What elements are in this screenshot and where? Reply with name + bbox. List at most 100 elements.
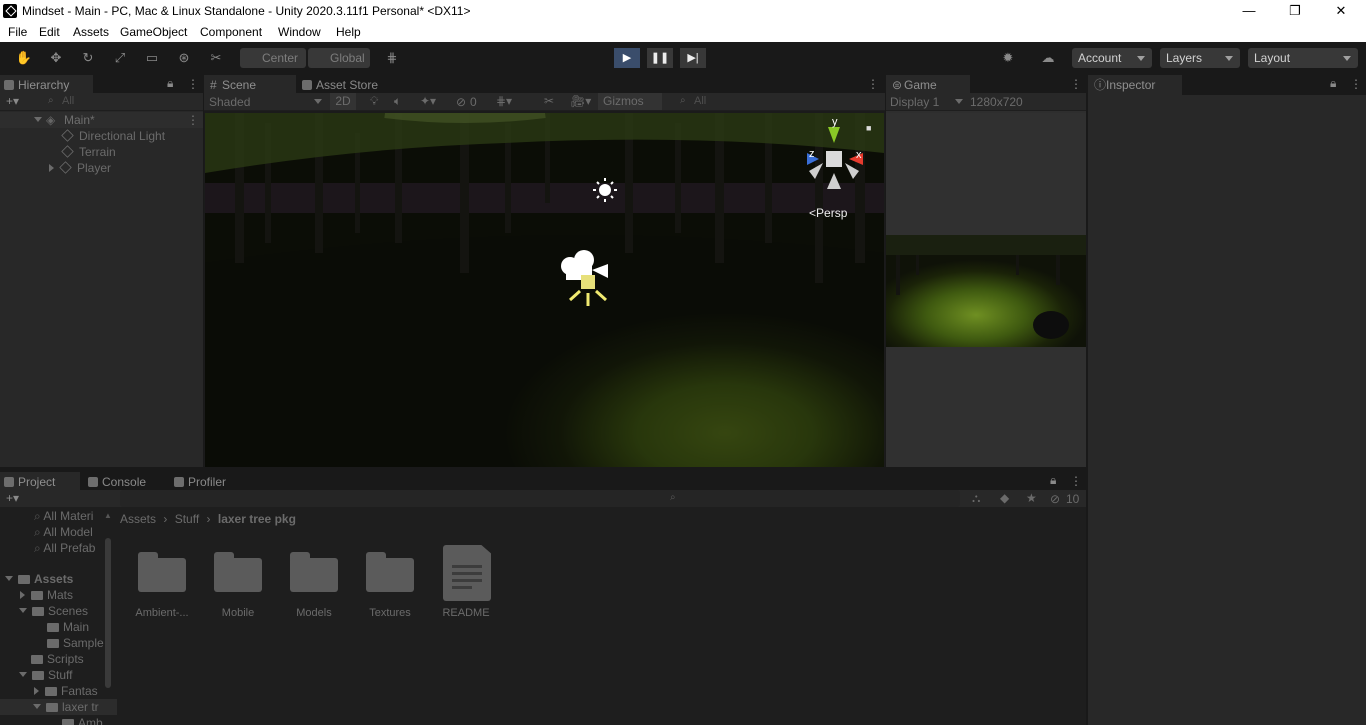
tab-console[interactable]: Console: [84, 472, 166, 492]
favorites-star-icon[interactable]: ★: [1026, 491, 1037, 505]
layout-dropdown[interactable]: Layout: [1248, 48, 1358, 68]
lock-icon[interactable]: 🔒︎: [1050, 473, 1056, 488]
menu-edit[interactable]: Edit: [39, 25, 60, 39]
breadcrumb-assets[interactable]: Assets: [120, 512, 156, 526]
lock-icon[interactable]: 🔒︎: [167, 76, 173, 91]
rotate-tool-icon[interactable]: ↻: [78, 48, 98, 68]
tree-scripts[interactable]: Scripts: [31, 651, 84, 667]
pause-button[interactable]: ❚❚: [647, 48, 673, 68]
close-button[interactable]: ✕: [1318, 0, 1364, 23]
snap-icon[interactable]: ⋕: [382, 48, 402, 68]
favorite-all-materials[interactable]: ⌕ All Materi: [34, 508, 93, 524]
scale-tool-icon[interactable]: ⤢: [110, 48, 130, 68]
favorite-all-models[interactable]: ⌕ All Model: [34, 524, 93, 540]
hierarchy-search-input[interactable]: All: [62, 95, 74, 107]
tree-fantasy[interactable]: Fantas: [34, 683, 98, 699]
cloud-icon[interactable]: ☁: [1038, 48, 1058, 68]
menu-component[interactable]: Component: [200, 25, 262, 39]
camera-icon[interactable]: 🎥︎▾: [570, 94, 591, 108]
hierarchy-item-player[interactable]: Player: [49, 160, 111, 176]
collapse-arrow-icon[interactable]: [5, 576, 13, 581]
tab-profiler[interactable]: Profiler: [170, 472, 250, 492]
scene-menu-icon[interactable]: ⋮: [187, 112, 199, 128]
menu-assets[interactable]: Assets: [73, 25, 109, 39]
tab-hierarchy[interactable]: Hierarchy: [0, 75, 93, 95]
collapse-arrow-icon[interactable]: [19, 608, 27, 613]
menu-window[interactable]: Window: [278, 25, 321, 39]
hidden-packages-icon[interactable]: ⊘: [1050, 492, 1060, 506]
lighting-toggle-icon[interactable]: 💡︎: [370, 94, 378, 109]
tab-scene[interactable]: # Scene: [204, 75, 296, 95]
tree-mats[interactable]: Mats: [20, 587, 73, 603]
menu-file[interactable]: File: [8, 25, 27, 39]
expand-arrow-icon[interactable]: [20, 591, 25, 599]
tree-ambient[interactable]: Amb: [62, 715, 103, 725]
gizmos-dropdown[interactable]: Gizmos: [598, 93, 662, 110]
tab-project[interactable]: Project: [0, 472, 80, 492]
menu-help[interactable]: Help: [336, 25, 361, 39]
breadcrumb-stuff[interactable]: Stuff: [175, 512, 199, 526]
resolution-dropdown[interactable]: 1280x720: [970, 95, 1023, 109]
breadcrumb-current[interactable]: laxer tree pkg: [218, 512, 296, 526]
hidden-objects-icon[interactable]: ⊘: [456, 95, 466, 109]
hierarchy-item-terrain[interactable]: Terrain: [61, 144, 116, 160]
scene-search-input[interactable]: All: [694, 95, 706, 107]
lock-icon[interactable]: 🔒︎: [1330, 76, 1336, 91]
filter-type-icon[interactable]: ⛬: [972, 491, 980, 506]
perspective-toggle[interactable]: <Persp: [809, 206, 847, 220]
tab-inspector[interactable]: ⓘ Inspector: [1088, 75, 1182, 95]
effects-icon[interactable]: ✦▾: [420, 94, 436, 108]
step-button[interactable]: ▶|: [680, 48, 706, 68]
inspector-more-icon[interactable]: ⋮: [1350, 77, 1362, 91]
tree-scrollbar[interactable]: ▲: [104, 511, 112, 691]
2d-toggle[interactable]: 2D: [330, 93, 356, 110]
game-more-icon[interactable]: ⋮: [1070, 77, 1082, 91]
display-dropdown[interactable]: Display 1: [890, 95, 939, 109]
audio-toggle-icon[interactable]: 🔈︎: [394, 94, 401, 109]
rect-tool-icon[interactable]: ▭: [142, 48, 162, 68]
grid-toggle-icon[interactable]: ⋕▾: [496, 94, 512, 108]
collapse-arrow-icon[interactable]: [33, 704, 41, 709]
tree-laxer-tree-pkg[interactable]: laxer tr: [0, 699, 117, 715]
custom-tool-icon[interactable]: ✂: [206, 48, 226, 68]
space-toggle[interactable]: Global: [308, 48, 370, 68]
scene-row[interactable]: ◈ Main* ⋮: [0, 112, 203, 128]
move-tool-icon[interactable]: ✥: [46, 48, 66, 68]
favorite-all-prefabs[interactable]: ⌕ All Prefab: [34, 540, 95, 556]
expand-arrow-icon[interactable]: [49, 164, 54, 172]
shading-dropdown[interactable]: Shaded: [209, 95, 250, 109]
filter-label-icon[interactable]: ◆: [1000, 491, 1009, 505]
gizmo-lock-icon[interactable]: ■: [866, 123, 871, 133]
tools-icon[interactable]: ✂: [544, 94, 554, 108]
hierarchy-item-directional-light[interactable]: Directional Light: [61, 128, 165, 144]
expand-arrow-icon[interactable]: [34, 687, 39, 695]
tree-sample[interactable]: Sample: [47, 635, 104, 651]
hand-tool-icon[interactable]: ✋: [14, 48, 34, 68]
minimize-button[interactable]: —: [1226, 0, 1272, 23]
transform-tool-icon[interactable]: ⊛: [174, 48, 194, 68]
scene-viewport[interactable]: y x z ■ <Persp: [205, 113, 884, 467]
tree-assets[interactable]: Assets: [5, 571, 73, 587]
add-object-button[interactable]: +▾: [6, 94, 19, 108]
tab-asset-store[interactable]: Asset Store: [298, 75, 388, 95]
menu-gameobject[interactable]: GameObject: [120, 25, 187, 39]
tree-scenes[interactable]: Scenes: [19, 603, 88, 619]
scrollbar-thumb[interactable]: [105, 538, 111, 688]
scene-more-icon[interactable]: ⋮: [867, 77, 879, 91]
project-more-icon[interactable]: ⋮: [1070, 474, 1082, 488]
more-icon[interactable]: ⋮: [187, 77, 199, 91]
project-search-input[interactable]: [120, 490, 960, 507]
collapse-arrow-icon[interactable]: [19, 672, 27, 677]
account-dropdown[interactable]: Account: [1072, 48, 1152, 68]
tab-game[interactable]: ⊜ Game: [886, 75, 970, 95]
pivot-toggle[interactable]: Center: [240, 48, 306, 68]
play-button[interactable]: ▶: [614, 48, 640, 68]
tree-stuff[interactable]: Stuff: [19, 667, 72, 683]
game-view[interactable]: [886, 235, 1086, 347]
scroll-up-icon[interactable]: ▲: [104, 511, 112, 520]
create-button[interactable]: +▾: [6, 491, 19, 505]
layers-dropdown[interactable]: Layers: [1160, 48, 1240, 68]
maximize-button[interactable]: ❐: [1272, 0, 1318, 23]
lighting-icon[interactable]: ✹: [998, 48, 1018, 68]
tree-main[interactable]: Main: [47, 619, 89, 635]
